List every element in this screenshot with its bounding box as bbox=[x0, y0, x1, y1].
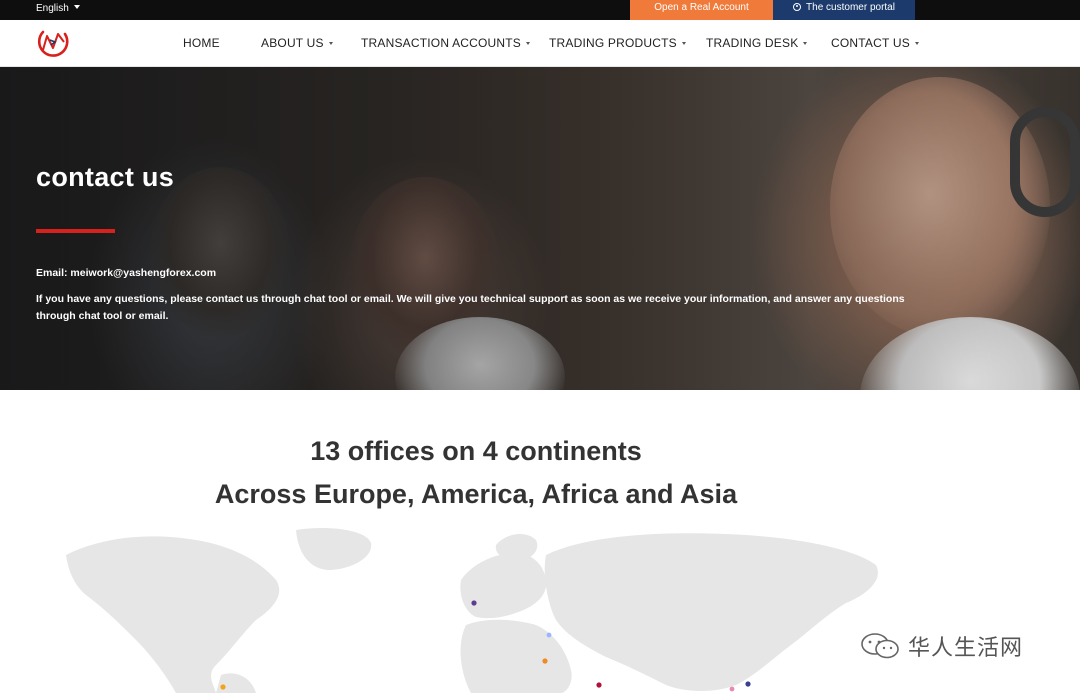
nav-about-us-label: ABOUT US bbox=[261, 36, 324, 50]
office-marker bbox=[471, 600, 477, 606]
office-marker bbox=[729, 686, 735, 692]
page-title: contact us bbox=[36, 162, 175, 192]
office-marker bbox=[596, 682, 602, 688]
nav-about-us[interactable]: ABOUT US bbox=[261, 35, 333, 51]
caret-down-icon bbox=[526, 42, 531, 45]
language-label: English bbox=[36, 3, 69, 14]
nav-trading-desk[interactable]: TRADING DESK bbox=[706, 35, 808, 51]
caret-down-icon bbox=[803, 42, 808, 45]
contact-hero-banner: contact us Email: meiwork@yashengforex.c… bbox=[0, 67, 1080, 390]
world-map bbox=[66, 527, 878, 693]
nav-trading-products[interactable]: TRADING PRODUCTS bbox=[549, 35, 686, 51]
user-circle-icon bbox=[793, 3, 802, 11]
nav-contact-us-label: CONTACT US bbox=[831, 36, 910, 50]
language-selector[interactable]: English bbox=[36, 2, 80, 16]
map-land bbox=[66, 527, 878, 693]
nav-trading-products-label: TRADING PRODUCTS bbox=[549, 36, 677, 50]
office-marker bbox=[745, 681, 751, 687]
nav-home-label: HOME bbox=[183, 36, 220, 50]
company-logo[interactable] bbox=[35, 26, 71, 60]
offices-heading: 13 offices on 4 continents bbox=[310, 436, 642, 466]
customer-portal-button[interactable]: The customer portal bbox=[773, 0, 915, 20]
hero-overlay bbox=[0, 67, 1080, 390]
caret-down-icon bbox=[681, 42, 686, 45]
office-marker bbox=[542, 658, 548, 664]
caret-down-icon bbox=[914, 42, 919, 45]
caret-down-icon bbox=[328, 42, 333, 45]
offices-subheading: Across Europe, America, Africa and Asia bbox=[214, 479, 738, 509]
nav-contact-us[interactable]: CONTACT US bbox=[831, 35, 919, 51]
caret-down-icon bbox=[73, 5, 80, 9]
wechat-watermark: 华人生活网 bbox=[860, 628, 1023, 664]
nav-trading-desk-label: TRADING DESK bbox=[706, 36, 799, 50]
watermark-text: 华人生活网 bbox=[908, 636, 1024, 661]
office-marker bbox=[546, 632, 552, 638]
contact-description: If you have any questions, please contac… bbox=[36, 293, 905, 322]
customer-portal-label: The customer portal bbox=[806, 2, 895, 13]
title-underline bbox=[36, 229, 115, 233]
office-marker bbox=[220, 684, 226, 690]
nav-home[interactable]: HOME bbox=[183, 35, 220, 51]
open-real-account-label: Open a Real Account bbox=[654, 2, 749, 13]
main-header: HOME ABOUT US TRANSACTION ACCOUNTS TRADI… bbox=[0, 20, 1080, 67]
open-real-account-button[interactable]: Open a Real Account bbox=[630, 0, 773, 20]
nav-transaction-accounts[interactable]: TRANSACTION ACCOUNTS bbox=[361, 35, 531, 51]
wechat-icon bbox=[861, 633, 899, 659]
logo-icon bbox=[37, 30, 69, 57]
contact-email: Email: meiwork@yashengforex.com bbox=[36, 267, 217, 279]
nav-transaction-accounts-label: TRANSACTION ACCOUNTS bbox=[361, 36, 522, 50]
top-utility-bar: English Open a Real Account The customer… bbox=[0, 0, 1080, 20]
